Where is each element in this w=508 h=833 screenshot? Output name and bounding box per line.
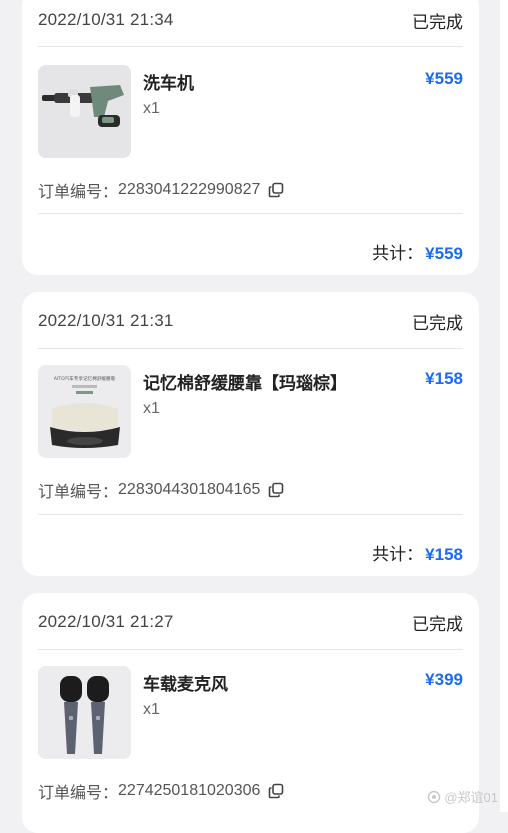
order-date: 2022/10/31 21:27 [38,612,174,631]
order-card[interactable]: 2022/10/31 21:27 已完成 车载麦克风 x1 ¥399 订单编号：… [22,593,479,833]
product-name[interactable]: 记忆棉舒缓腰靠【玛瑙棕】 [143,369,347,394]
order-status: 已完成 [412,614,463,634]
product-name[interactable]: 车载麦克风 [143,670,228,695]
lumbar-pillow-icon: AITO汽车专享记忆棉舒缓腰靠 [38,365,131,458]
total-label: 共计： [372,545,424,564]
product-quantity: x1 [143,100,160,117]
watermark-logo-icon [428,790,441,803]
divider [38,514,463,515]
order-number-label: 订单编号： [38,484,119,501]
order-date: 2022/10/31 21:34 [38,10,174,29]
product-name[interactable]: 洗车机 [143,69,194,94]
product-image[interactable]: AITO汽车专享记忆棉舒缓腰靠 [38,365,131,458]
order-status: 已完成 [412,12,463,32]
divider [38,213,463,214]
order-number: 2283044301804165 [118,481,261,498]
order-number-label: 订单编号： [38,785,119,802]
product-quantity: x1 [143,701,160,718]
order-status: 已完成 [412,313,463,333]
order-card[interactable]: 2022/10/31 21:34 已完成 洗车机 x1 ¥559 订单编号： 2… [22,0,479,275]
divider [38,649,463,650]
order-number-row: 订单编号： 2274250181020306 [38,779,284,803]
copy-icon[interactable] [268,482,284,498]
order-total: 共计： ¥559 [372,239,463,264]
copy-icon[interactable] [268,182,284,198]
product-price: ¥158 [425,369,463,388]
copy-icon[interactable] [268,783,284,799]
microphone-pair-icon [38,666,131,759]
divider [38,348,463,349]
order-number-row: 订单编号： 2283041222990827 [38,178,284,202]
product-price: ¥559 [425,69,463,88]
product-image-caption: AITO汽车专享记忆棉舒缓腰靠 [54,375,116,382]
order-number: 2283041222990827 [118,181,261,198]
scroll-edge [500,0,508,812]
order-date: 2022/10/31 21:31 [38,311,174,330]
order-card[interactable]: 2022/10/31 21:31 已完成 AITO汽车专享记忆棉舒缓腰靠 记忆棉… [22,292,479,576]
total-label: 共计： [372,244,424,263]
watermark-text: @郑谊01 [444,790,498,805]
order-number: 2274250181020306 [118,782,261,799]
watermark: @郑谊01 [427,787,498,806]
order-total: 共计： ¥158 [372,540,463,565]
product-quantity: x1 [143,400,160,417]
car-washer-gun-icon [38,65,131,158]
total-amount: ¥559 [425,244,463,263]
total-amount: ¥158 [425,545,463,564]
product-price: ¥399 [425,670,463,689]
product-image[interactable] [38,666,131,759]
order-number-label: 订单编号： [38,184,119,201]
product-image[interactable] [38,65,131,158]
order-number-row: 订单编号： 2283044301804165 [38,478,284,502]
divider [38,46,463,47]
